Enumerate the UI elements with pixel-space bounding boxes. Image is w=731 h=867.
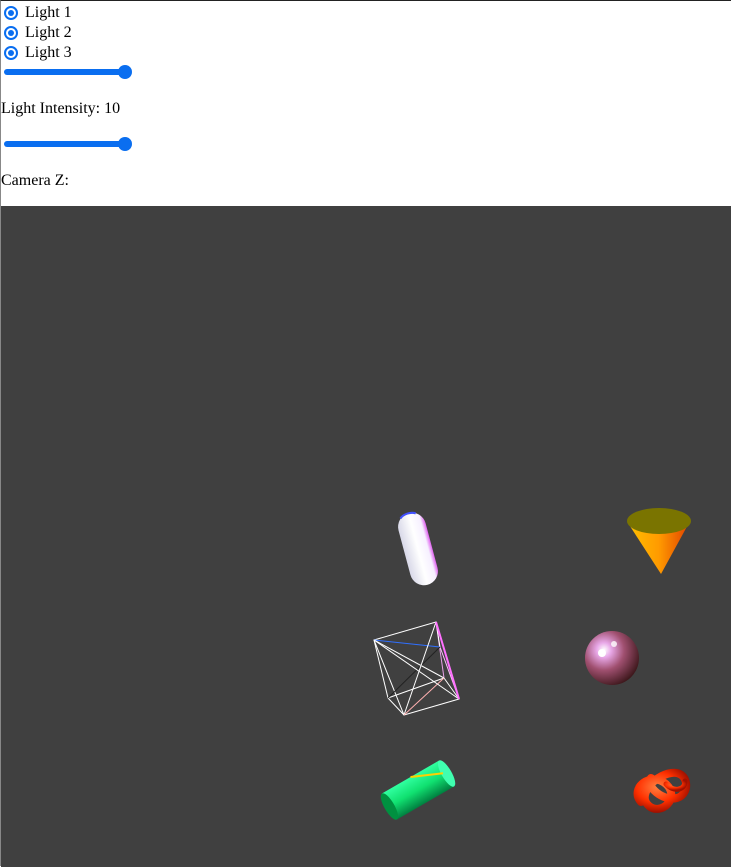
slider-thumb[interactable] (118, 137, 132, 151)
light-1-option[interactable]: Light 1 (4, 3, 72, 23)
cylinder-object (380, 760, 456, 820)
camera-z-slider[interactable] (4, 136, 132, 152)
cone-object (627, 508, 691, 574)
camera-z-label: Camera Z: (1, 172, 69, 189)
3d-viewport[interactable] (1, 206, 731, 867)
light-intensity-slider[interactable] (4, 64, 132, 80)
light-1-radio[interactable] (4, 6, 18, 20)
scene-canvas[interactable] (1, 206, 731, 867)
capsule-object (398, 511, 438, 586)
light-1-label: Light 1 (25, 4, 72, 21)
light-2-label: Light 2 (25, 24, 72, 41)
light-2-option[interactable]: Light 2 (4, 23, 72, 43)
light-intensity-label: Light Intensity: 10 (1, 100, 121, 117)
torus-knot-object (633, 768, 690, 813)
light-2-radio[interactable] (4, 26, 18, 40)
slider-track (4, 69, 125, 75)
slider-thumb[interactable] (118, 65, 132, 79)
slider-track (4, 141, 125, 147)
light-3-option[interactable]: Light 3 (4, 43, 72, 63)
light-3-radio[interactable] (4, 46, 18, 60)
wireframe-cube-object (373, 621, 460, 716)
app-frame: Light 1 Light 2 Light 3 Light Intensity:… (0, 0, 731, 867)
sphere-object (585, 631, 639, 685)
controls-panel: Light 1 Light 2 Light 3 Light Intensity:… (1, 1, 731, 206)
light-3-label: Light 3 (25, 44, 72, 61)
